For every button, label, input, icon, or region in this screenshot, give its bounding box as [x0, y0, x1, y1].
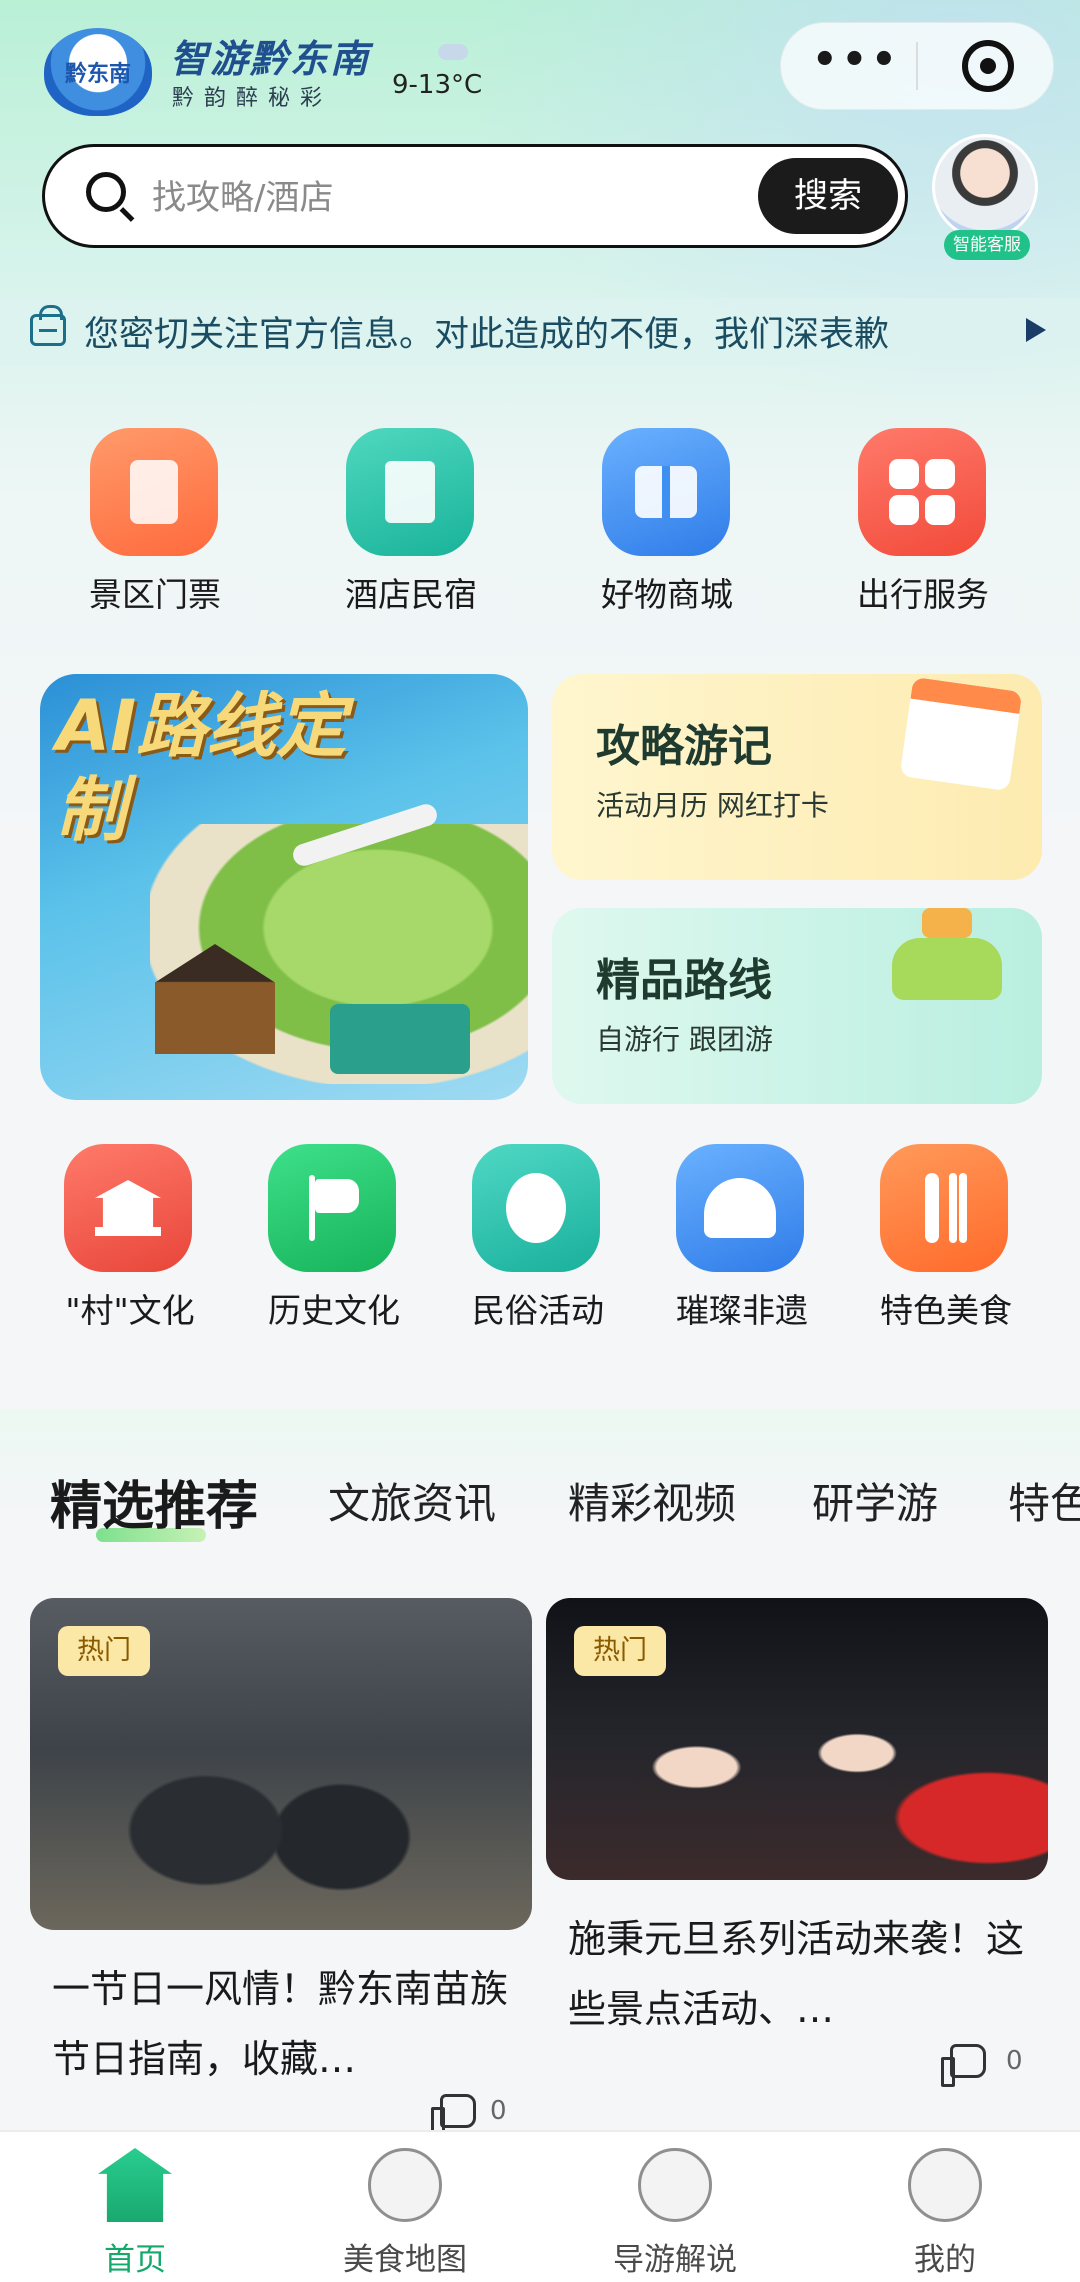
quick-link-travel-services[interactable]: 出行服务	[838, 428, 1008, 628]
thumbs-up-icon[interactable]	[431, 2094, 476, 2137]
news-title: 施秉元旦系列活动来袭！这些景点活动、…	[568, 1917, 1025, 2031]
ticket-icon	[90, 428, 218, 556]
quick-link-label: 好物商城	[601, 575, 733, 614]
ai-route-card[interactable]: AI路线定制	[40, 674, 528, 1100]
nav-label: 首页	[104, 2242, 166, 2278]
nav-food-map[interactable]: 美食地图	[270, 2142, 540, 2278]
nav-label: 我的	[914, 2242, 976, 2278]
app-tagline: 黔韵醉秘彩	[172, 86, 333, 111]
culture-label: 特色美食	[880, 1291, 1012, 1330]
quick-link-hotels[interactable]: 酒店民宿	[326, 428, 496, 628]
guide-avatar-icon	[638, 2148, 712, 2222]
nav-label: 导游解说	[613, 2242, 737, 2278]
nav-label: 美食地图	[343, 2242, 467, 2278]
tab-videos[interactable]: 精彩视频	[568, 1470, 736, 1531]
tab-study-tours[interactable]: 研学游	[812, 1470, 938, 1531]
notice-icon	[30, 305, 66, 346]
nav-home[interactable]: 首页	[0, 2142, 270, 2278]
flag-icon	[268, 1144, 396, 1272]
quick-link-tickets[interactable]: 景区门票	[70, 428, 240, 628]
hotel-icon	[346, 428, 474, 556]
gift-icon	[602, 428, 730, 556]
route-title: 精品路线	[596, 955, 772, 1006]
route-subtitle: 自游行 跟团游	[596, 1023, 773, 1056]
nav-tour-guide[interactable]: 导游解说	[540, 2142, 810, 2278]
capsule-divider	[916, 42, 918, 90]
temple-icon	[64, 1144, 192, 1272]
customer-service-label[interactable]: 智能客服	[944, 230, 1030, 260]
home-icon	[98, 2148, 172, 2222]
ai-route-title: AI路线定制	[56, 685, 347, 851]
news-card[interactable]: 热门 一节日一风情！黔东南苗族节日指南，收藏… 0	[30, 1598, 532, 2137]
tab-news[interactable]: 文旅资讯	[328, 1470, 496, 1531]
weather-temperature: 9-13°C	[392, 70, 483, 100]
logo-text: 黔东南	[64, 61, 131, 87]
search-placeholder: 找攻略/酒店	[152, 178, 334, 218]
thumbs-up-icon[interactable]	[941, 2044, 986, 2087]
quick-link-label: 景区门票	[89, 575, 221, 614]
play-arrow-icon[interactable]	[1026, 318, 1046, 342]
culture-food[interactable]: 特色美食	[858, 1144, 1034, 1334]
culture-village[interactable]: "村"文化	[42, 1144, 218, 1334]
culture-folk-activities[interactable]: 民俗活动	[450, 1144, 626, 1334]
food-bowl-icon	[368, 2148, 442, 2222]
like-count: 0	[490, 2096, 507, 2126]
target-icon[interactable]	[962, 40, 1014, 92]
search-icon	[86, 172, 126, 212]
notice-text: 您密切关注官方信息。对此造成的不便，我们深表歉	[84, 315, 890, 355]
culture-label: "村"文化	[65, 1291, 195, 1330]
news-card[interactable]: 热门 施秉元旦系列活动来袭！这些景点活动、… 0	[546, 1598, 1048, 2087]
quick-link-label: 出行服务	[857, 575, 989, 614]
quick-link-mall[interactable]: 好物商城	[582, 428, 752, 628]
like-count: 0	[1006, 2046, 1023, 2076]
tab-featured[interactable]: 精选推荐	[50, 1470, 258, 1539]
heritage-icon	[676, 1144, 804, 1272]
more-dots-icon[interactable]: •••	[812, 40, 897, 92]
user-icon	[908, 2148, 982, 2222]
guide-title: 攻略游记	[596, 721, 772, 772]
quick-link-label: 酒店民宿	[345, 575, 477, 614]
content-tabs: 精选推荐 文旅资讯 精彩视频 研学游 特色	[0, 1470, 1080, 1540]
guide-subtitle: 活动月历 网红打卡	[596, 789, 829, 822]
apps-grid-icon	[858, 428, 986, 556]
app-logo: 黔东南	[44, 28, 152, 116]
customer-service-avatar[interactable]	[932, 134, 1038, 240]
news-title: 一节日一风情！黔东南苗族节日指南，收藏…	[52, 1967, 509, 2081]
search-button[interactable]: 搜索	[758, 158, 898, 234]
lantern-icon	[472, 1144, 600, 1272]
culture-label: 民俗活动	[472, 1291, 604, 1330]
culture-label: 历史文化	[268, 1291, 400, 1330]
culture-history[interactable]: 历史文化	[246, 1144, 422, 1334]
tab-special[interactable]: 特色	[1008, 1470, 1080, 1531]
hot-badge: 热门	[574, 1626, 666, 1676]
utensils-icon	[880, 1144, 1008, 1272]
featured-routes-card[interactable]: 精品路线 自游行 跟团游	[552, 908, 1042, 1104]
car-icon	[892, 908, 1002, 1000]
calendar-icon	[899, 676, 1023, 792]
hot-badge: 热门	[58, 1626, 150, 1676]
cloud-icon	[438, 44, 468, 60]
culture-heritage[interactable]: 璀璨非遗	[654, 1144, 830, 1334]
nav-profile[interactable]: 我的	[810, 2142, 1080, 2278]
app-name: 智游黔东南	[170, 37, 371, 81]
culture-label: 璀璨非遗	[676, 1291, 808, 1330]
travel-guide-card[interactable]: 攻略游记 活动月历 网红打卡	[552, 674, 1042, 880]
court-illustration	[330, 1004, 470, 1074]
